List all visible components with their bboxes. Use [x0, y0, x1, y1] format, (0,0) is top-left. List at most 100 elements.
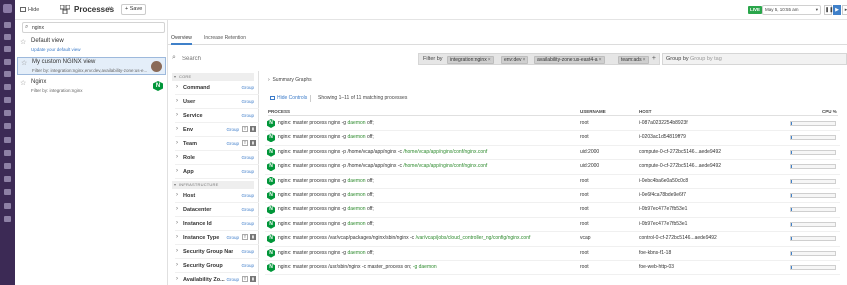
process-args[interactable]: daemon: [347, 120, 365, 126]
text-toggle-icon[interactable]: T: [242, 276, 248, 282]
table-row[interactable]: Nnginx: master process nginx -g daemon o…: [265, 247, 840, 261]
nav-dashboards-icon[interactable]: [4, 59, 11, 65]
play-icon[interactable]: ▶: [833, 5, 841, 15]
bar-toggle-icon[interactable]: ▮: [250, 234, 256, 240]
update-default-view-link[interactable]: Update your default view: [31, 47, 155, 52]
process-args[interactable]: /home/vcap/app/nginx/conf/nginx.conf: [403, 149, 487, 155]
nav-apm-icon[interactable]: [4, 123, 11, 129]
nav-logs-icon[interactable]: [4, 150, 11, 156]
group-link[interactable]: Group: [226, 141, 239, 146]
datadog-logo-icon[interactable]: [3, 4, 12, 13]
process-args[interactable]: daemon: [347, 192, 365, 198]
table-row[interactable]: Nnginx: master process nginx -g daemon o…: [265, 218, 840, 233]
process-args[interactable]: daemon: [347, 206, 365, 212]
bar-toggle-icon[interactable]: ▮: [250, 276, 256, 282]
host-cell[interactable]: compute-0-cf-272bc5146...aede9492: [639, 149, 721, 155]
table-row[interactable]: Nnginx: master process nginx -g daemon o…: [265, 203, 840, 218]
table-row[interactable]: Nnginx: master process /var/vcap/package…: [265, 232, 840, 247]
tab-increase-retention[interactable]: Increase Retention: [204, 35, 246, 45]
table-row[interactable]: Nnginx: master process nginx -g daemon o…: [265, 117, 840, 132]
host-cell[interactable]: i-0ebc4ba6e0a50c0c8: [639, 178, 688, 184]
facet-security-group[interactable]: › Security Group Group: [175, 260, 259, 273]
process-args[interactable]: daemon: [347, 250, 365, 256]
facet-section-core[interactable]: ▾ CORE: [172, 73, 254, 81]
facet-command[interactable]: › Command Group: [175, 82, 259, 95]
process-args[interactable]: /var/vcap/jobs/cloud_controller_ng/confi…: [416, 235, 531, 241]
facet-instance-id[interactable]: › Instance Id Group: [175, 218, 259, 231]
filter-chip[interactable]: availability-zone:us-east4-a×: [534, 56, 605, 64]
close-icon[interactable]: ×: [599, 57, 602, 63]
group-link[interactable]: Group: [226, 277, 239, 282]
nav-security-icon[interactable]: [4, 163, 11, 169]
nav-help-icon[interactable]: [4, 203, 11, 209]
table-row[interactable]: Nnginx: master process nginx -g daemon o…: [265, 189, 840, 204]
column-header-process[interactable]: PROCESS: [268, 109, 290, 114]
group-link[interactable]: Group: [241, 249, 254, 254]
close-icon[interactable]: ×: [488, 57, 491, 63]
filter-chip[interactable]: integration:nginx×: [447, 56, 494, 64]
host-cell[interactable]: i-0e6f4ca78bde9e6f7: [639, 192, 686, 198]
facet-datacenter[interactable]: › Datacenter Group: [175, 204, 259, 217]
group-link[interactable]: Group: [241, 263, 254, 268]
group-by-box[interactable]: Group by Group by tag: [662, 53, 847, 65]
host-cell[interactable]: i-0b97ec477e7fb53e1: [639, 206, 687, 212]
bar-toggle-icon[interactable]: ▮: [250, 126, 256, 132]
group-link[interactable]: Group: [241, 221, 254, 226]
star-icon[interactable]: ☆: [20, 79, 26, 87]
pause-icon[interactable]: ❚❚: [824, 5, 833, 15]
facet-host[interactable]: › Host Group: [175, 190, 259, 203]
text-toggle-icon[interactable]: T: [242, 234, 248, 240]
nav-watchdog-icon[interactable]: [4, 34, 11, 40]
table-row[interactable]: Nnginx: master process nginx -p /home/vc…: [265, 146, 840, 161]
facet-security-group-name[interactable]: ›Security Group NameGroup: [175, 246, 259, 259]
table-row[interactable]: Nnginx: master process nginx -g daemon o…: [265, 175, 840, 189]
view-item-my-custom-nginx[interactable]: ☆ My custom NGINX view Filter by: integr…: [17, 57, 166, 75]
nav-metrics-icon[interactable]: [4, 97, 11, 103]
host-cell[interactable]: i-087a0232254b8923f: [639, 120, 688, 126]
host-cell[interactable]: compute-0-cf-272bc5146...aede9492: [639, 163, 721, 169]
time-range-selector[interactable]: May 5, 10:55 am ▾: [762, 5, 821, 15]
group-link[interactable]: Group: [241, 155, 254, 160]
process-args[interactable]: /home/vcap/app/nginx/conf/nginx.conf: [403, 163, 487, 169]
filter-chip[interactable]: env:dev×: [501, 56, 529, 64]
views-search-input[interactable]: [32, 24, 157, 32]
star-icon[interactable]: ☆: [21, 59, 27, 67]
hide-views-button[interactable]: Hide: [20, 5, 39, 15]
nav-notebooks-icon[interactable]: [4, 137, 11, 143]
group-link[interactable]: Group: [241, 113, 254, 118]
nav-infrastructure-icon[interactable]: [4, 71, 11, 77]
group-link[interactable]: Group: [241, 193, 254, 198]
nav-search-icon[interactable]: [4, 22, 11, 28]
column-header-host[interactable]: HOST: [639, 109, 652, 114]
filter-chip[interactable]: team:ads×: [618, 56, 649, 64]
process-args[interactable]: daemon: [347, 178, 365, 184]
process-args[interactable]: -g daemon: [413, 264, 437, 270]
views-search[interactable]: ⌕: [22, 22, 165, 33]
facet-instance-type[interactable]: › Instance Type Group T ▮: [175, 232, 259, 245]
view-item-nginx[interactable]: ☆ Nginx Filter by: integration:nginx N: [17, 78, 166, 96]
save-button[interactable]: + Save: [121, 4, 147, 15]
host-cell[interactable]: foe-kbns-f1-18: [639, 250, 671, 256]
process-args[interactable]: daemon: [347, 221, 365, 227]
nav-monitors-icon[interactable]: [4, 84, 11, 90]
process-args[interactable]: daemon: [347, 134, 365, 140]
host-cell[interactable]: i-0b97ec477e7fb53e1: [639, 221, 687, 227]
chevron-down-icon[interactable]: ∨: [108, 5, 112, 12]
nav-synthetics-icon[interactable]: [4, 189, 11, 195]
facet-availability-zone[interactable]: › Availability Zo... Group T ▮: [175, 274, 259, 285]
facet-role[interactable]: › Role Group: [175, 152, 259, 165]
star-icon[interactable]: ☆: [20, 38, 26, 46]
nav-ux-monitoring-icon[interactable]: [4, 176, 11, 182]
group-link[interactable]: Group: [241, 85, 254, 90]
summary-graphs-toggle[interactable]: › Summary Graphs: [268, 77, 312, 83]
nav-events-icon[interactable]: [4, 46, 11, 52]
search-input[interactable]: [182, 54, 412, 63]
filter-by-box[interactable]: Filter by integration:nginx× env:dev× av…: [418, 53, 660, 65]
table-row[interactable]: Nnginx: master process /usr/sbin/nginx -…: [265, 261, 840, 276]
group-link[interactable]: Group: [241, 207, 254, 212]
group-link[interactable]: Group: [226, 127, 239, 132]
group-link[interactable]: Group: [241, 169, 254, 174]
bar-toggle-icon[interactable]: ▮: [250, 140, 256, 146]
group-link[interactable]: Group: [226, 235, 239, 240]
table-row[interactable]: Nnginx: master process nginx -p /home/vc…: [265, 160, 840, 175]
